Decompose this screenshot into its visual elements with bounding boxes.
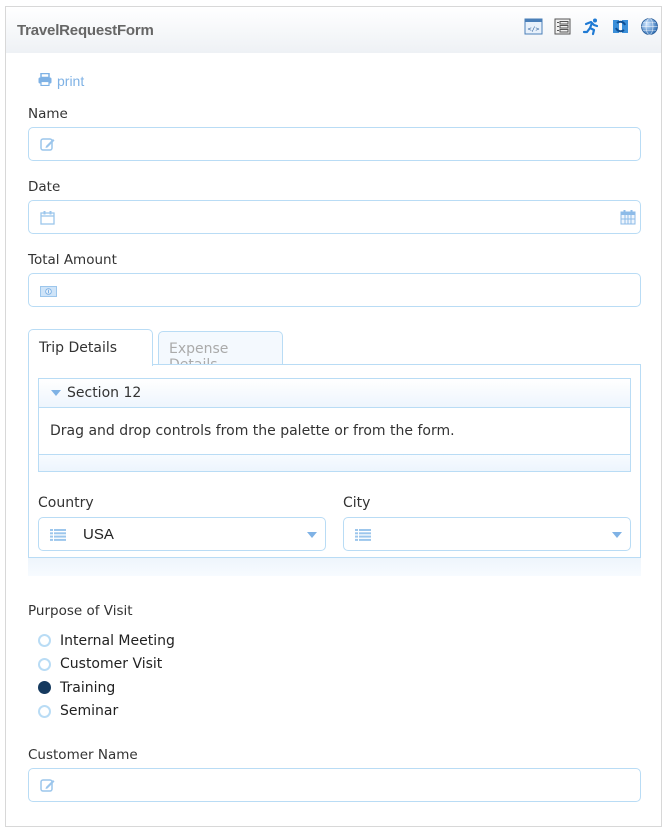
name-field[interactable] (28, 127, 641, 161)
dropzone-placeholder: Drag and drop controls from the palette … (50, 423, 455, 439)
list-icon (355, 529, 371, 545)
form-header: TravelRequestForm </> (6, 7, 661, 53)
money-icon (40, 285, 57, 301)
radio-circle[interactable] (38, 704, 51, 718)
name-label: Name (28, 106, 68, 122)
date-picker-button[interactable] (620, 209, 636, 229)
country-label: Country (38, 495, 94, 511)
radio-circle[interactable] (38, 634, 51, 648)
purpose-label: Purpose of Visit (28, 603, 133, 619)
customer-name-field[interactable] (28, 768, 641, 802)
layout-icon[interactable] (553, 17, 572, 36)
edit-icon (40, 137, 56, 155)
total-amount-label: Total Amount (28, 252, 117, 268)
svg-text:</>: </> (528, 25, 540, 33)
header-toolbar: </> (524, 17, 659, 36)
trip-details-panel: Section 12 Drag and drop controls from t… (28, 364, 641, 558)
list-icon (50, 529, 66, 545)
tab-trip-details-label: Trip Details (39, 340, 118, 356)
section-dropzone: Drag and drop controls from the palette … (39, 408, 630, 455)
radio-seminar[interactable]: Seminar (38, 700, 175, 724)
tab-trip-details[interactable]: Trip Details (28, 329, 153, 366)
city-label: City (343, 495, 371, 511)
radio-label: Internal Meeting (60, 632, 175, 649)
calendar-icon (40, 210, 55, 229)
date-field[interactable] (28, 200, 641, 234)
section-footer (39, 455, 630, 471)
radio-training[interactable]: Training (38, 676, 175, 700)
total-amount-field[interactable] (28, 273, 641, 307)
code-view-icon[interactable]: </> (524, 17, 543, 36)
section-header[interactable]: Section 12 (39, 379, 630, 408)
radio-circle[interactable] (38, 657, 51, 671)
country-value: USA (83, 526, 114, 543)
run-icon[interactable] (582, 17, 601, 36)
radio-internal-meeting[interactable]: Internal Meeting (38, 629, 175, 653)
section-12: Section 12 Drag and drop controls from t… (38, 378, 631, 472)
sync-icon[interactable] (611, 17, 630, 36)
globe-icon[interactable] (640, 17, 659, 36)
radio-label: Training (60, 679, 116, 696)
collapse-triangle-icon (51, 390, 61, 396)
tab-expense-details[interactable]: Expense Details (158, 331, 283, 373)
radio-customer-visit[interactable]: Customer Visit (38, 653, 175, 677)
chevron-down-icon (612, 532, 622, 538)
section-title: Section 12 (67, 385, 142, 401)
form-title: TravelRequestForm (17, 22, 154, 39)
chevron-down-icon (307, 532, 317, 538)
tab-panel-footer (28, 558, 641, 576)
purpose-radio-group: Internal Meeting Customer Visit Training… (38, 629, 175, 723)
radio-label: Customer Visit (60, 656, 163, 673)
customer-name-label: Customer Name (28, 747, 138, 763)
date-label: Date (28, 179, 61, 195)
print-link[interactable]: print (38, 72, 85, 89)
form-panel: TravelRequestForm </> print Name Date To… (5, 6, 662, 827)
radio-label: Seminar (60, 703, 119, 720)
print-label: print (57, 73, 85, 89)
edit-icon (40, 778, 56, 796)
city-select[interactable] (343, 517, 631, 551)
printer-icon (38, 72, 52, 89)
country-select[interactable]: USA (38, 517, 326, 551)
radio-circle-checked[interactable] (38, 681, 51, 695)
